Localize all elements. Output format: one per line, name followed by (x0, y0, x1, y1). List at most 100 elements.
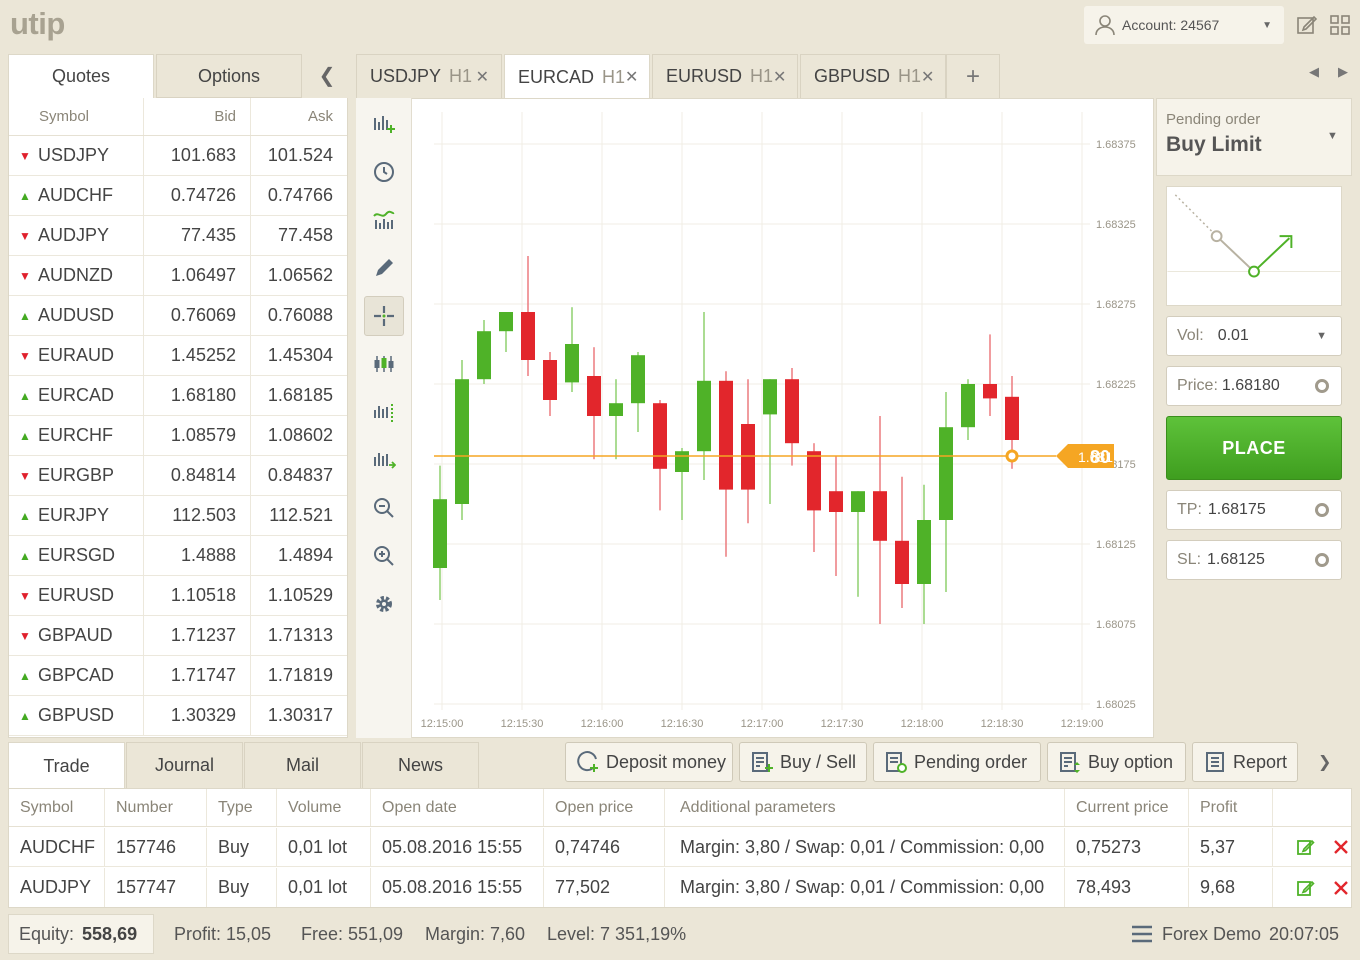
grid-layout-icon[interactable] (1329, 14, 1351, 36)
quote-bid[interactable]: 1.71747 (144, 656, 251, 695)
chart-tab-eurusd[interactable]: EURUSD H1 ✕ (652, 54, 798, 98)
candle-body[interactable] (961, 384, 975, 428)
candle-body[interactable] (697, 380, 711, 452)
menu-icon[interactable] (1131, 924, 1153, 944)
quote-row[interactable]: ▲ AUDCHF 0.74726 0.74766 (9, 176, 347, 216)
chevron-down-icon[interactable]: ❯ (1318, 752, 1331, 772)
candle-body[interactable] (433, 499, 447, 568)
quote-ask[interactable]: 101.524 (251, 136, 347, 175)
shift-button[interactable] (364, 440, 404, 480)
candle-body[interactable] (543, 360, 557, 400)
candle-body[interactable] (851, 491, 865, 512)
quote-row[interactable]: ▼ EURUSD 1.10518 1.10529 (9, 576, 347, 616)
account-selector[interactable]: Account: 24567 ▼ (1084, 6, 1284, 44)
quote-bid[interactable]: 1.68180 (144, 376, 251, 415)
close-icon[interactable]: ✕ (773, 67, 786, 87)
indicators-button[interactable] (364, 200, 404, 240)
chart-tab-eurcad[interactable]: EURCAD H1 ✕ (504, 54, 650, 99)
close-icon[interactable] (1333, 839, 1349, 855)
price-field[interactable]: Price: 1.68180 (1166, 366, 1342, 406)
tab-trade[interactable]: Trade (8, 742, 125, 789)
zoom-out-button[interactable] (364, 488, 404, 528)
chevron-right-icon[interactable]: ▶ (1338, 64, 1348, 80)
sl-toggle-icon[interactable] (1315, 553, 1329, 567)
candle-body[interactable] (917, 520, 931, 584)
candles-button[interactable] (364, 344, 404, 384)
chevron-left-icon[interactable]: ◀ (1309, 64, 1319, 80)
candle-body[interactable] (565, 344, 579, 383)
quote-ask[interactable]: 1.71313 (251, 616, 347, 655)
candle-body[interactable] (653, 403, 667, 469)
buy-option-button[interactable]: Buy option (1047, 742, 1186, 782)
candle-body[interactable] (873, 491, 887, 541)
candle-body[interactable] (675, 451, 689, 472)
edit-icon[interactable] (1297, 838, 1315, 856)
quote-ask[interactable]: 77.458 (251, 216, 347, 255)
take-profit-field[interactable]: TP: 1.68175 (1166, 490, 1342, 530)
quote-row[interactable]: ▲ AUDUSD 0.76069 0.76088 (9, 296, 347, 336)
candle-body[interactable] (785, 379, 799, 444)
quote-ask[interactable]: 0.74766 (251, 176, 347, 215)
tab-mail[interactable]: Mail (244, 742, 361, 788)
quote-row[interactable]: ▼ EURGBP 0.84814 0.84837 (9, 456, 347, 496)
crosshair-button[interactable] (364, 296, 404, 336)
scroll-button[interactable] (364, 392, 404, 432)
close-icon[interactable]: ✕ (476, 67, 489, 87)
quote-ask[interactable]: 1.30317 (251, 696, 347, 735)
chevron-down-icon[interactable]: ▼ (1327, 130, 1338, 142)
quote-row[interactable]: ▼ GBPAUD 1.71237 1.71313 (9, 616, 347, 656)
candle-body[interactable] (609, 403, 623, 416)
tab-quotes[interactable]: Quotes (8, 54, 154, 98)
quote-ask[interactable]: 1.68185 (251, 376, 347, 415)
chevron-left-icon[interactable]: ❮ (312, 60, 342, 90)
quote-ask[interactable]: 0.76088 (251, 296, 347, 335)
zoom-in-button[interactable] (364, 536, 404, 576)
quote-row[interactable]: ▲ GBPUSD 1.30329 1.30317 (9, 696, 347, 736)
buy-sell-button[interactable]: Buy / Sell (739, 742, 867, 782)
add-indicator-button[interactable] (364, 104, 404, 144)
quote-bid[interactable]: 1.71237 (144, 616, 251, 655)
draw-button[interactable] (364, 248, 404, 288)
chart-tab-usdjpy[interactable]: USDJPY H1 ✕ (356, 54, 502, 98)
candle-body[interactable] (499, 312, 513, 332)
quote-row[interactable]: ▲ EURCHF 1.08579 1.08602 (9, 416, 347, 456)
timeframe-button[interactable] (364, 152, 404, 192)
quote-row[interactable]: ▲ GBPCAD 1.71747 1.71819 (9, 656, 347, 696)
quote-row[interactable]: ▼ AUDNZD 1.06497 1.06562 (9, 256, 347, 296)
candle-body[interactable] (763, 379, 777, 415)
candle-body[interactable] (719, 380, 733, 490)
quote-row[interactable]: ▼ USDJPY 101.683 101.524 (9, 136, 347, 176)
chart-tab-gbpusd[interactable]: GBPUSD H1 ✕ (800, 54, 946, 98)
quote-bid[interactable]: 101.683 (144, 136, 251, 175)
candle-body[interactable] (807, 451, 821, 511)
report-button[interactable]: Report (1192, 742, 1298, 782)
close-icon[interactable]: ✕ (921, 67, 934, 87)
candle-body[interactable] (587, 376, 601, 416)
quote-ask[interactable]: 1.08602 (251, 416, 347, 455)
candle-body[interactable] (741, 424, 755, 490)
quote-bid[interactable]: 1.06497 (144, 256, 251, 295)
close-icon[interactable] (1333, 880, 1349, 896)
quote-row[interactable]: ▲ EURSGD 1.4888 1.4894 (9, 536, 347, 576)
pending-order-button[interactable]: Pending order (873, 742, 1041, 782)
quote-ask[interactable]: 1.4894 (251, 536, 347, 575)
edit-icon[interactable] (1297, 879, 1315, 897)
quote-row[interactable]: ▲ EURCAD 1.68180 1.68185 (9, 376, 347, 416)
quote-ask[interactable]: 112.521 (251, 496, 347, 535)
quote-bid[interactable]: 1.4888 (144, 536, 251, 575)
quote-ask[interactable]: 1.71819 (251, 656, 347, 695)
candle-body[interactable] (939, 427, 953, 520)
tab-news[interactable]: News (362, 742, 479, 788)
quote-ask[interactable]: 1.06562 (251, 256, 347, 295)
candle-body[interactable] (631, 355, 645, 404)
tp-toggle-icon[interactable] (1315, 503, 1329, 517)
tab-journal[interactable]: Journal (126, 742, 243, 788)
candle-body[interactable] (895, 540, 909, 584)
candle-body[interactable] (455, 379, 469, 504)
stop-loss-field[interactable]: SL: 1.68125 (1166, 540, 1342, 580)
place-order-button[interactable]: PLACE (1166, 416, 1342, 480)
quote-bid[interactable]: 1.08579 (144, 416, 251, 455)
quote-bid[interactable]: 112.503 (144, 496, 251, 535)
quote-bid[interactable]: 1.10518 (144, 576, 251, 615)
price-toggle-icon[interactable] (1315, 379, 1329, 393)
